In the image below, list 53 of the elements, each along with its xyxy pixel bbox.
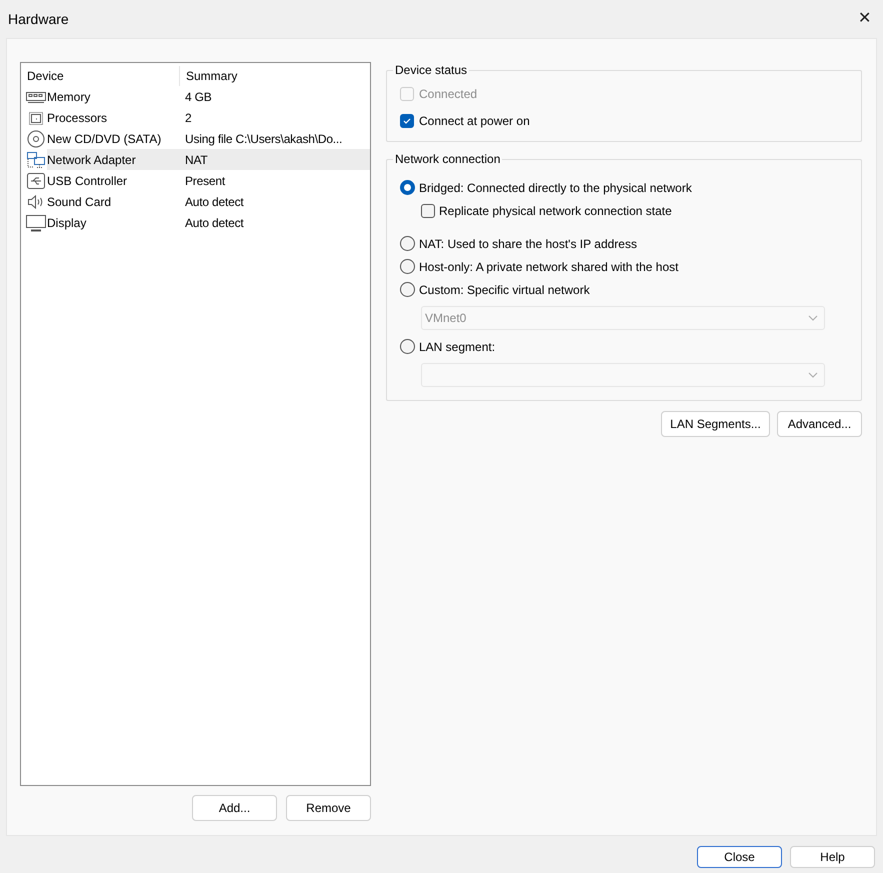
monitor-icon	[25, 214, 47, 232]
disc-icon	[25, 130, 47, 148]
device-name: Sound Card	[47, 194, 112, 210]
radio-label: Custom: Specific virtual network	[419, 282, 590, 298]
radio-button[interactable]	[400, 259, 415, 274]
device-name: Memory	[47, 88, 92, 106]
device-row[interactable]: Display Auto detect	[47, 212, 370, 233]
device-name: Network Adapter	[47, 152, 137, 168]
checkbox[interactable]	[421, 204, 435, 218]
radio-label: LAN segment:	[419, 338, 496, 356]
button[interactable]: Help	[790, 846, 875, 868]
radio-label: Bridged: Connected directly to the physical network	[419, 180, 692, 196]
device-summary: Auto detect	[185, 214, 244, 232]
button[interactable]: Advanced...	[777, 411, 862, 437]
checkbox-label: Connect at power on	[419, 113, 530, 130]
device-summary: NAT	[185, 152, 208, 168]
device-summary: Using file C:\Users\akash\Do...	[185, 130, 342, 148]
checkbox[interactable]	[400, 114, 414, 128]
radio-label: Host-only: A private network shared with the host	[419, 258, 678, 276]
checkbox-label: Replicate physical network connection state	[439, 202, 672, 220]
device-row[interactable]: USB Controller Present	[47, 170, 370, 191]
close-button[interactable]: ✕	[858, 11, 871, 27]
device-row[interactable]: Network Adapter NAT	[47, 149, 370, 170]
device-summary: Present	[185, 172, 225, 190]
network-icon	[25, 150, 47, 168]
button[interactable]: Close	[697, 846, 782, 868]
radio-button[interactable]	[400, 236, 415, 251]
device-row[interactable]: Sound Card Auto detect	[47, 191, 370, 212]
radio-button[interactable]	[400, 180, 415, 195]
button[interactable]: LAN Segments...	[661, 411, 770, 437]
device-summary: Auto detect	[185, 194, 244, 210]
chevron-down-icon	[808, 315, 818, 321]
checkmark-icon	[402, 116, 412, 126]
button[interactable]: Add...	[192, 795, 277, 821]
radio-label: NAT: Used to share the host's IP address	[419, 236, 637, 252]
device-summary: 2	[185, 110, 192, 126]
device-summary: 4 GB	[185, 88, 212, 106]
usb-icon	[25, 172, 47, 190]
chevron-down-icon	[808, 372, 818, 378]
window-title: Hardware	[8, 10, 69, 28]
checkbox-label: Connected	[419, 86, 478, 103]
column-header[interactable]: Summary	[180, 66, 370, 86]
device-name: Display	[47, 214, 88, 232]
device-name: Processors	[47, 110, 108, 126]
radio-button[interactable]	[400, 339, 415, 354]
device-name: New CD/DVD (SATA)	[47, 130, 162, 148]
device-row[interactable]: Processors 2	[47, 107, 370, 128]
column-header[interactable]: Device	[21, 66, 180, 86]
device-name: USB Controller	[47, 172, 128, 190]
device-row[interactable]: New CD/DVD (SATA) Using file C:\Users\akash\Do...	[47, 128, 370, 149]
radio-button[interactable]	[400, 282, 415, 297]
button[interactable]: Remove	[286, 795, 371, 821]
device-row[interactable]: Memory 4 GB	[47, 86, 370, 107]
